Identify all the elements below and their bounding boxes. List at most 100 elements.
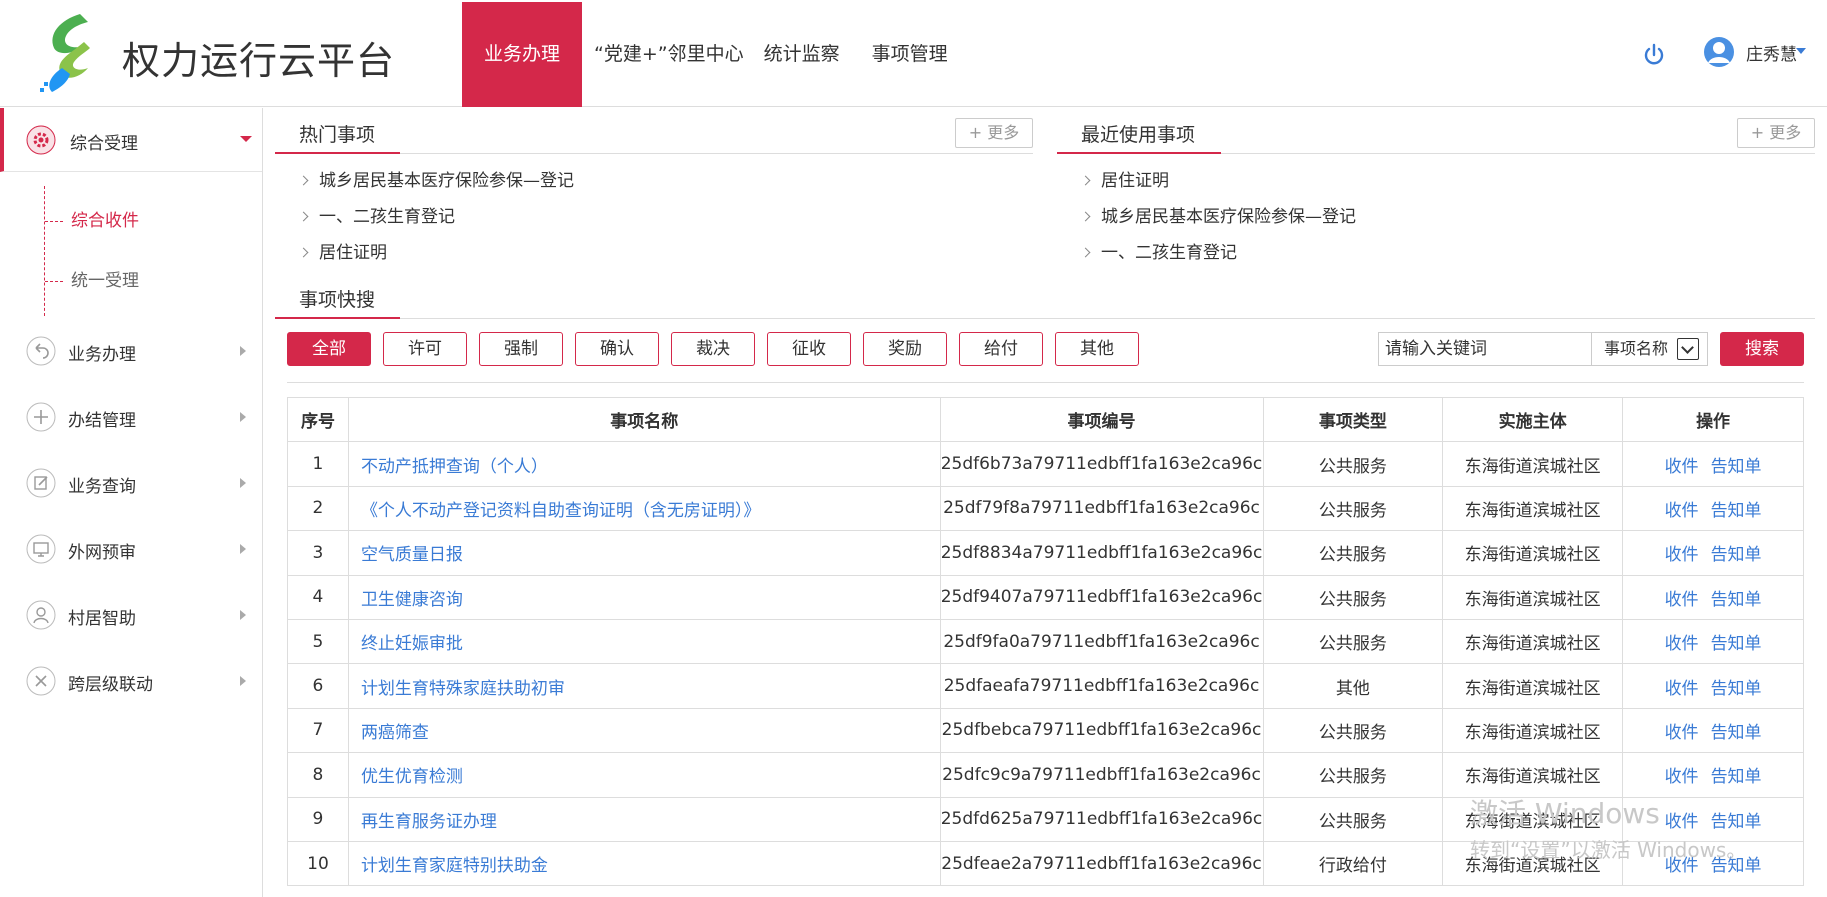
edit-icon (26, 468, 56, 498)
table-row: 3 空气质量日报 25df8834a79711edbff1fa163e2ca96c 公… (287, 530, 1804, 576)
dash-line (45, 220, 63, 222)
filter-permit-button[interactable]: 许可 (383, 332, 467, 366)
sidebar-item-finish[interactable]: 办结管理 (0, 398, 262, 438)
sub-item-receive[interactable]: 综合收件 (45, 206, 139, 231)
cell-type: 公共服务 (1262, 618, 1444, 665)
user-name[interactable]: 庄秀慧 (1746, 40, 1797, 65)
sub-item-unified[interactable]: 统一受理 (45, 266, 139, 291)
nav-statistics[interactable]: 统计监察 (754, 2, 862, 107)
notice-link[interactable]: 告知单 (1711, 679, 1762, 699)
notice-link[interactable]: 告知单 (1711, 723, 1762, 743)
cell-name[interactable]: 终止妊娠审批 (347, 618, 941, 665)
cell-name[interactable]: 两癌筛查 (347, 707, 941, 754)
receive-link[interactable]: 收件 (1665, 545, 1699, 565)
quick-section-title: 事项快搜 (299, 289, 376, 311)
recent-item-label: 城乡居民基本医疗保险参保—登记 (1101, 207, 1356, 227)
nav-item-management[interactable]: 事项管理 (862, 2, 958, 107)
filter-confirm-button[interactable]: 确认 (575, 332, 659, 366)
notice-link[interactable]: 告知单 (1711, 590, 1762, 610)
filter-levy-button[interactable]: 征收 (767, 332, 851, 366)
caret-down-icon (240, 136, 252, 142)
cell-name[interactable]: 空气质量日报 (347, 530, 941, 576)
title-underline (1057, 152, 1221, 154)
receive-link[interactable]: 收件 (1665, 501, 1699, 521)
sidebar-item-village[interactable]: 村居智助 (0, 596, 262, 636)
user-avatar-icon[interactable] (1703, 36, 1735, 68)
filter-enforce-button[interactable]: 强制 (479, 332, 563, 366)
select-value: 事项名称 (1604, 339, 1669, 358)
search-input[interactable]: 请输入关键词 (1378, 332, 1592, 366)
chevron-down-icon[interactable] (1677, 338, 1699, 360)
recent-item[interactable]: 一、二孩生育登记 (1080, 238, 1237, 263)
receive-link[interactable]: 收件 (1665, 634, 1699, 654)
notice-link[interactable]: 告知单 (1711, 457, 1762, 477)
filter-ruling-button[interactable]: 裁决 (671, 332, 755, 366)
search-button[interactable]: 搜索 (1720, 332, 1804, 366)
recent-item-label: 居住证明 (1101, 171, 1169, 191)
filter-all-button[interactable]: 全部 (287, 332, 371, 366)
cell-name[interactable]: 《个人不动产登记资料自助查询证明（含无房证明）》 (347, 485, 941, 532)
chevron-right-icon (298, 175, 309, 186)
hot-more-button[interactable]: + 更多 (955, 118, 1033, 148)
cell-index: 1 (287, 441, 349, 487)
sidebar-item-comprehensive[interactable]: 综合受理 (0, 108, 262, 172)
chevron-right-icon (240, 544, 246, 554)
cell-name[interactable]: 计划生育特殊家庭扶助初审 (347, 663, 941, 709)
notice-link[interactable]: 告知单 (1711, 634, 1762, 654)
cell-name[interactable]: 计划生育家庭特别扶助金 (347, 840, 941, 887)
filter-payment-button[interactable]: 给付 (959, 332, 1043, 366)
filter-reward-button[interactable]: 奖励 (863, 332, 947, 366)
notice-link[interactable]: 告知单 (1711, 501, 1762, 521)
cell-index: 3 (287, 530, 349, 576)
sidebar: 综合受理 综合收件 统一受理 业务办理 办结管理 业务查询 外网预审 村居智助 (0, 108, 263, 897)
divider (287, 382, 1804, 383)
cell-index: 7 (287, 707, 349, 754)
power-icon[interactable] (1642, 43, 1666, 67)
cell-code: 25dfd625a79711edbff1fa163e2ca96c (939, 796, 1264, 842)
cell-name[interactable]: 卫生健康咨询 (347, 574, 941, 620)
cell-type: 公共服务 (1262, 441, 1444, 487)
table-row: 4 卫生健康咨询 25df9407a79711edbff1fa163e2ca96c 公… (287, 574, 1804, 620)
notice-link[interactable]: 告知单 (1711, 812, 1762, 832)
cell-name[interactable]: 不动产抵押查询（个人） (347, 441, 941, 487)
receive-link[interactable]: 收件 (1665, 679, 1699, 699)
sidebar-item-crosslevel[interactable]: 跨层级联动 (0, 662, 262, 702)
sidebar-item-query[interactable]: 业务查询 (0, 464, 262, 504)
hot-section-title: 热门事项 (299, 124, 376, 146)
notice-link[interactable]: 告知单 (1711, 767, 1762, 787)
filter-other-button[interactable]: 其他 (1055, 332, 1139, 366)
plus-icon (26, 402, 56, 432)
sidebar-item-label: 业务办理 (68, 345, 136, 365)
recent-more-button[interactable]: + 更多 (1737, 118, 1815, 148)
cell-name[interactable]: 优生优育检测 (347, 752, 941, 798)
nav-party-center[interactable]: “党建+”邻里中心 (582, 2, 754, 107)
receive-link[interactable]: 收件 (1665, 723, 1699, 743)
receive-link[interactable]: 收件 (1665, 590, 1699, 610)
cell-type: 行政给付 (1262, 840, 1444, 887)
cell-ops: 收件 告知单 (1622, 530, 1804, 576)
recent-item[interactable]: 城乡居民基本医疗保险参保—登记 (1080, 202, 1356, 227)
chevron-right-icon (240, 610, 246, 620)
cell-subject: 东海街道滨城社区 (1442, 530, 1624, 576)
notice-link[interactable]: 告知单 (1711, 545, 1762, 565)
hot-item[interactable]: 居住证明 (298, 238, 387, 263)
windows-watermark-sub: 转到“设置”以激活 Windows。 (1470, 838, 1747, 862)
receive-link[interactable]: 收件 (1665, 812, 1699, 832)
receive-link[interactable]: 收件 (1665, 457, 1699, 477)
windows-watermark: 激活 Windows (1470, 797, 1660, 830)
chevron-right-icon (1080, 211, 1091, 222)
col-header-subject: 实施主体 (1442, 396, 1624, 443)
nav-business[interactable]: 业务办理 (462, 2, 583, 107)
search-field-select[interactable]: 事项名称 (1592, 332, 1708, 366)
sidebar-item-prereview[interactable]: 外网预审 (0, 530, 262, 570)
recent-item[interactable]: 居住证明 (1080, 166, 1169, 191)
app-title: 权力运行云平台 (122, 39, 396, 83)
hot-item[interactable]: 一、二孩生育登记 (298, 202, 455, 227)
sidebar-item-business[interactable]: 业务办理 (0, 332, 262, 372)
sidebar-item-label: 业务查询 (68, 477, 136, 497)
hot-item[interactable]: 城乡居民基本医疗保险参保—登记 (298, 166, 574, 191)
user-menu-caret-icon[interactable] (1796, 48, 1806, 54)
receive-link[interactable]: 收件 (1665, 767, 1699, 787)
cell-index: 10 (287, 840, 349, 887)
cell-name[interactable]: 再生育服务证办理 (347, 796, 941, 842)
